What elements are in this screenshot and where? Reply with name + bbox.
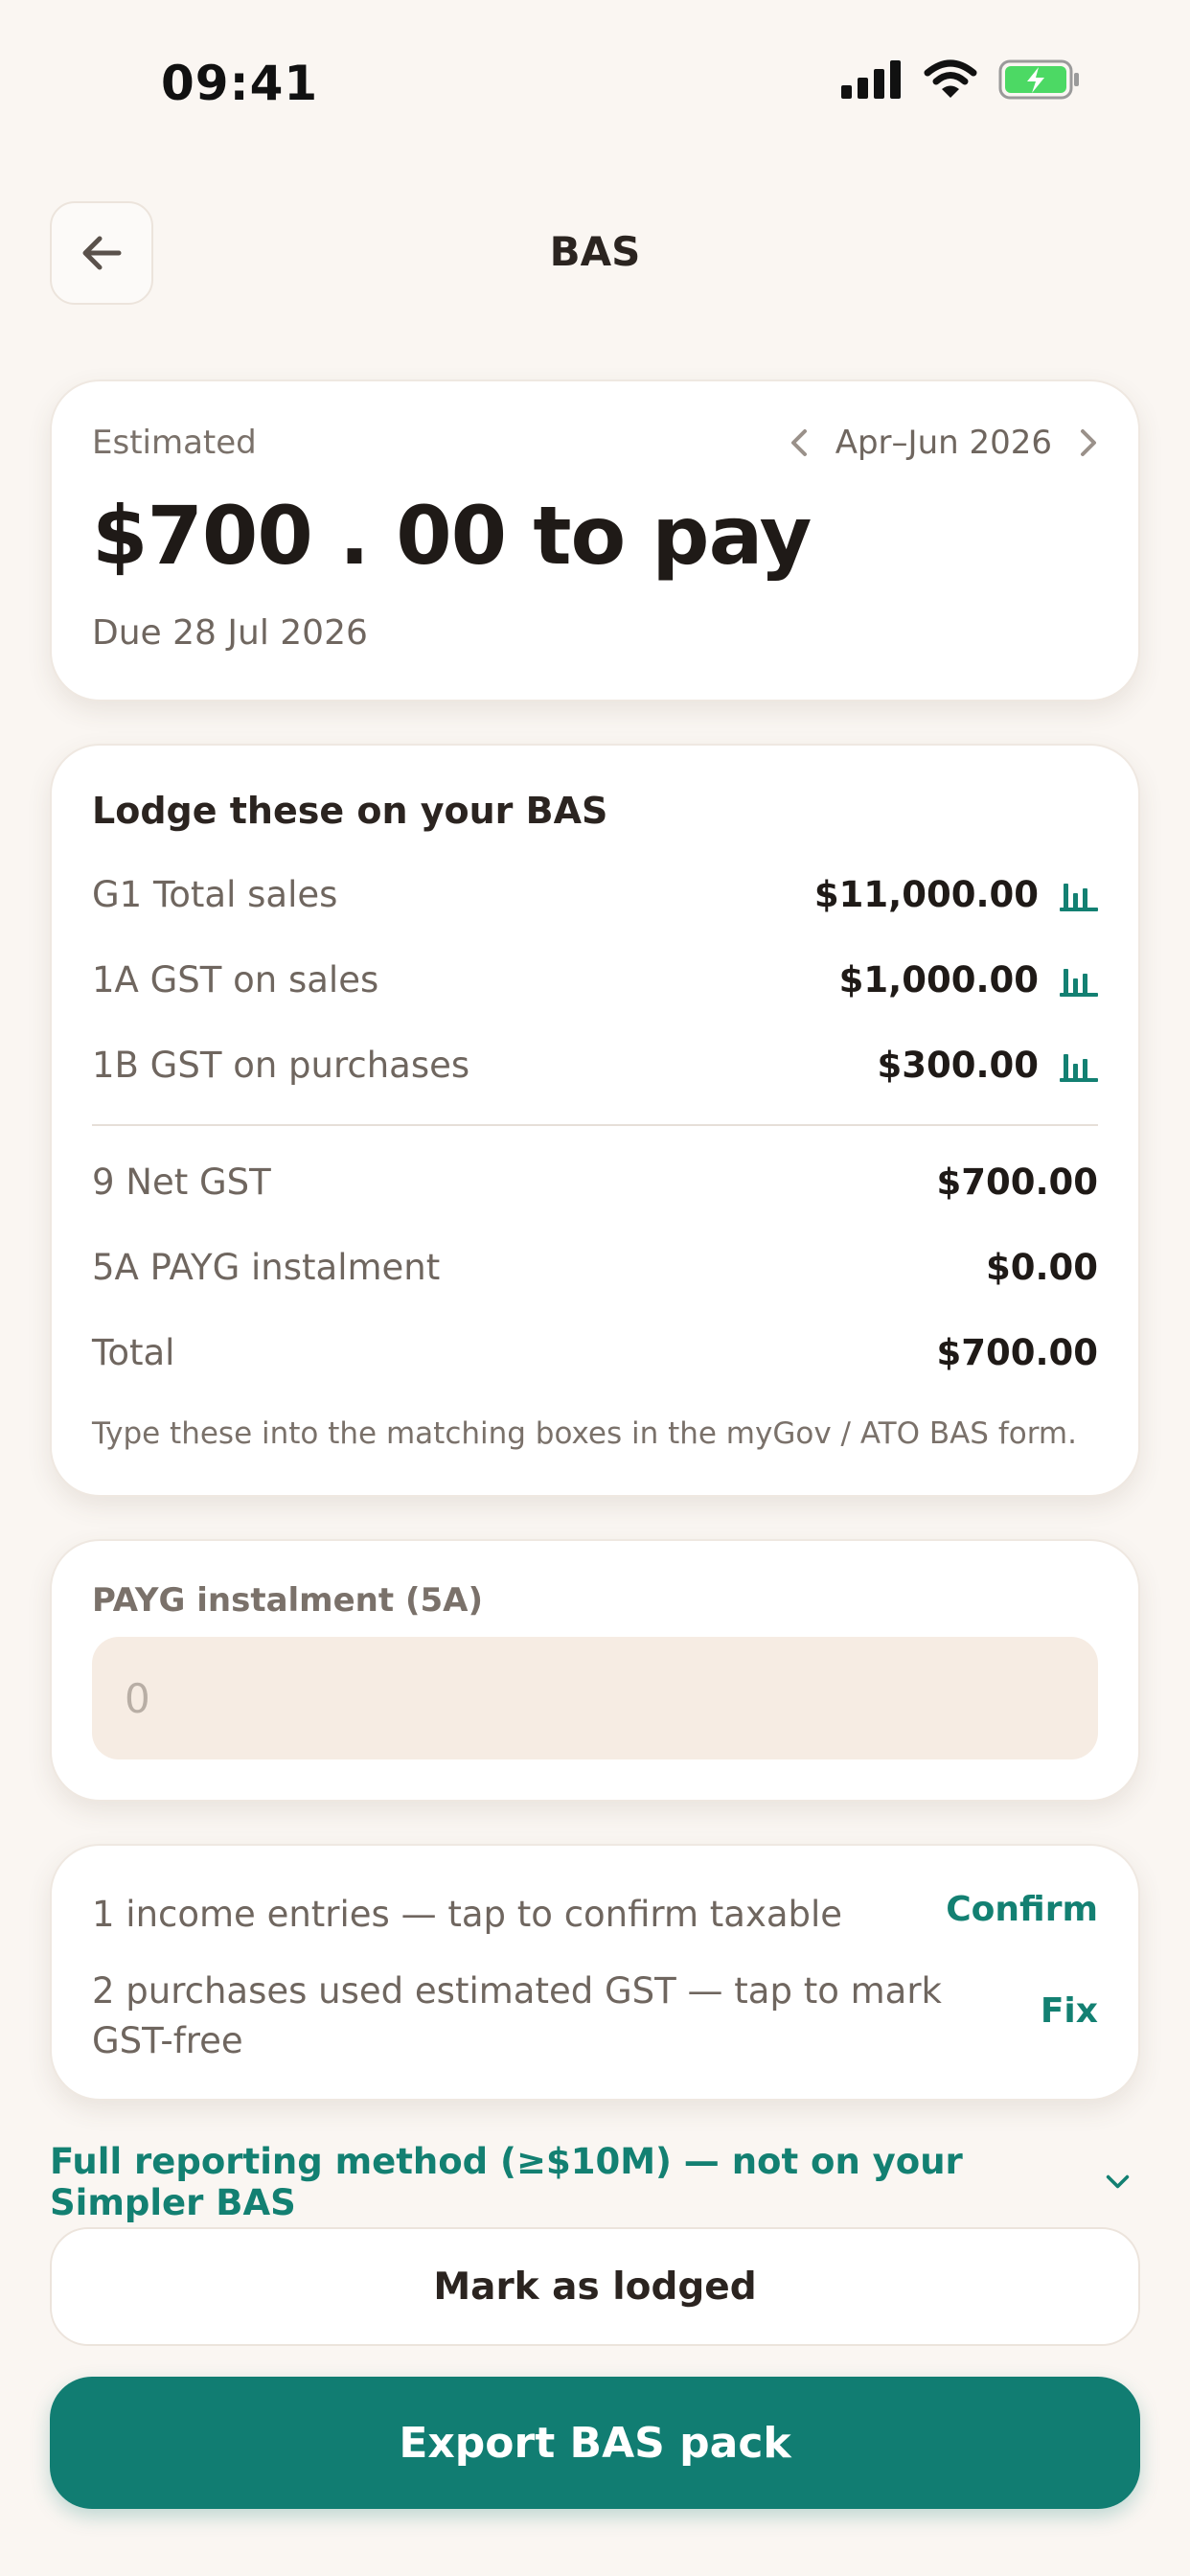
full-reporting-toggle[interactable]: Full reporting method (≥$10M) — not on y… (50, 2141, 1140, 2223)
chevron-down-icon (1106, 2174, 1130, 2189)
row-value: $0.00 (985, 1247, 1098, 1288)
row-label: 9 Net GST (92, 1162, 271, 1203)
lodge-divider (92, 1124, 1098, 1126)
row-label: 1A GST on sales (92, 959, 379, 1000)
lodge-card: Lodge these on your BAS G1 Total sales $… (50, 744, 1140, 1497)
page-title: BAS (549, 228, 641, 275)
status-icons (841, 59, 1081, 100)
chevron-right-icon[interactable] (1079, 428, 1098, 457)
payg-card: PAYG instalment (5A) (50, 1539, 1140, 1802)
lodge-title: Lodge these on your BAS (92, 790, 608, 832)
lodge-row-9: 9 Net GST $700.00 (92, 1162, 1098, 1203)
confirm-button[interactable]: Confirm (946, 1890, 1098, 1929)
wifi-icon (924, 59, 977, 98)
signal-icon (841, 60, 901, 99)
estimate-card: Estimated Apr–Jun 2026 $700 . 00 to pay … (50, 380, 1140, 702)
fix-button[interactable]: Fix (1041, 1991, 1098, 2031)
row-value: $11,000.00 (813, 874, 1039, 915)
lodge-row-1a: 1A GST on sales $1,000.00 (92, 959, 1098, 1000)
issue-text-purchases: 2 purchases used estimated GST — tap to … (92, 1970, 942, 2061)
lodge-row-5a: 5A PAYG instalment $0.00 (92, 1247, 1098, 1288)
issues-card: 1 income entries — tap to confirm taxabl… (50, 1844, 1140, 2101)
issue-text-income: 1 income entries — tap to confirm taxabl… (92, 1894, 843, 1935)
payg-label: PAYG instalment (5A) (92, 1581, 483, 1620)
period-selector: Apr–Jun 2026 (790, 424, 1098, 462)
status-time: 09:41 (161, 56, 319, 111)
row-label: G1 Total sales (92, 874, 338, 915)
period-label: Apr–Jun 2026 (835, 424, 1052, 462)
bar-chart-icon[interactable] (1060, 963, 1098, 998)
due-date: Due 28 Jul 2026 (92, 613, 368, 653)
lodge-row-1b: 1B GST on purchases $300.00 (92, 1045, 1098, 1086)
bar-chart-icon[interactable] (1060, 878, 1098, 912)
lodge-row-total: Total $700.00 (92, 1332, 1098, 1373)
payg-input[interactable] (92, 1637, 1098, 1760)
mark-lodged-button[interactable]: Mark as lodged (50, 2227, 1140, 2346)
estimated-amount: $700 . 00 to pay (92, 489, 812, 583)
export-bas-button[interactable]: Export BAS pack (50, 2377, 1140, 2509)
row-value: $1,000.00 (838, 959, 1039, 1000)
row-value: $700.00 (936, 1332, 1098, 1373)
full-reporting-label: Full reporting method (≥$10M) — not on y… (50, 2141, 963, 2223)
lodge-hint: Type these into the matching boxes in th… (92, 1416, 1077, 1451)
row-label: Total (92, 1332, 175, 1373)
row-value: $300.00 (877, 1045, 1039, 1086)
battery-icon (998, 59, 1079, 100)
lodge-row-g1: G1 Total sales $11,000.00 (92, 874, 1098, 915)
estimate-label: Estimated (92, 424, 257, 462)
bar-chart-icon[interactable] (1060, 1048, 1098, 1083)
row-value: $700.00 (936, 1162, 1098, 1203)
chevron-left-icon[interactable] (790, 428, 809, 457)
row-label: 5A PAYG instalment (92, 1247, 441, 1288)
row-label: 1B GST on purchases (92, 1045, 470, 1086)
